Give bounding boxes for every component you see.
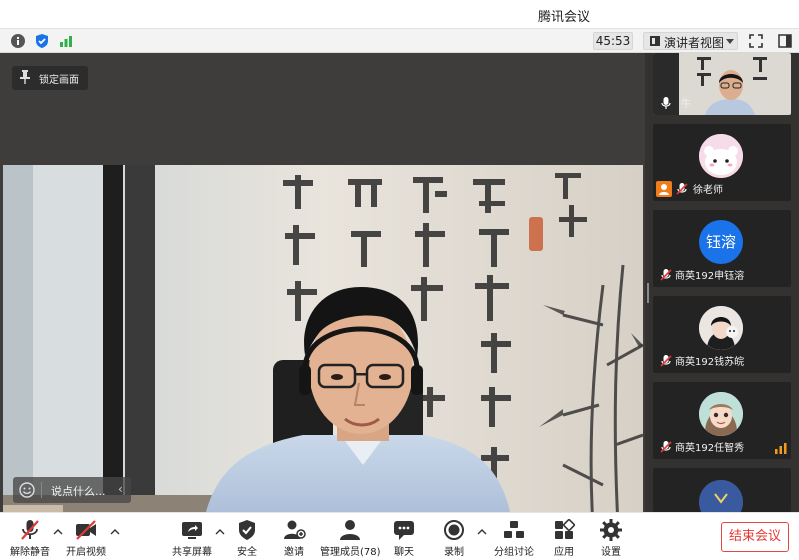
network-signal-icon[interactable] — [58, 33, 74, 49]
avatar: 钰溶 — [699, 220, 743, 264]
record-button[interactable]: 录制 — [436, 517, 472, 559]
breakout-rooms-label: 分组讨论 — [494, 547, 534, 558]
cartoon-avatar-icon — [699, 134, 743, 178]
info-icon[interactable] — [10, 33, 26, 49]
muted-microphone-icon — [660, 441, 672, 453]
sidebar-resize-handle[interactable] — [646, 283, 650, 303]
main-speaker-area: 锁定画面 说点什么... ‹ › — [0, 53, 645, 526]
participant-tile[interactable]: 商英192任智秀 — [653, 382, 791, 459]
invite-button[interactable]: 邀请 — [276, 517, 312, 559]
start-video-label: 开启视频 — [66, 547, 106, 558]
members-icon — [340, 520, 360, 540]
lock-view-button[interactable]: 锁定画面 — [12, 66, 88, 90]
title-bar: 腾讯会议 — [0, 0, 799, 28]
chat-label: 聊天 — [394, 547, 414, 558]
avatar — [699, 134, 743, 178]
network-signal-icon — [775, 443, 787, 454]
video-off-icon — [76, 520, 96, 540]
participant-name: 徐老师 — [693, 185, 723, 196]
meeting-timer: 45:53 — [593, 32, 633, 50]
tencent-meeting-window: 腾讯会议 45:53 演讲者视图 锁定画面 说点什么... ‹ › 牛 徐老师 … — [0, 0, 799, 560]
participant-name: 商英192申钰溶 — [675, 271, 745, 282]
shield-icon — [239, 520, 255, 540]
manage-members-label: 管理成员(78) — [320, 547, 381, 558]
unmute-button[interactable]: 解除静音 — [8, 517, 52, 559]
muted-microphone-icon — [660, 355, 672, 367]
avatar — [699, 480, 743, 512]
participant-name: 商英192钱苏皖 — [675, 357, 745, 368]
share-screen-icon — [182, 522, 202, 539]
breakout-icon — [504, 521, 524, 538]
share-screen-button[interactable]: 共享屏幕 — [170, 517, 214, 559]
settings-button[interactable]: 设置 — [593, 517, 629, 559]
chevron-up-icon[interactable] — [477, 528, 487, 536]
status-bar: 45:53 演讲者视图 — [0, 28, 799, 53]
participant-tile[interactable] — [653, 468, 791, 512]
record-icon — [444, 520, 464, 540]
avatar — [699, 306, 743, 350]
avatar — [699, 392, 743, 436]
chat-placeholder: 说点什么... — [51, 485, 106, 498]
participant-tile[interactable]: 牛 — [653, 53, 791, 115]
breakout-rooms-button[interactable]: 分组讨论 — [491, 517, 537, 559]
muted-microphone-icon — [21, 520, 39, 540]
lock-view-label: 锁定画面 — [39, 75, 79, 86]
unmute-label: 解除静音 — [10, 547, 50, 558]
participant-video — [653, 53, 791, 115]
chevron-up-icon[interactable] — [53, 528, 63, 536]
chevron-up-icon[interactable] — [215, 528, 225, 536]
cartoon-avatar-icon — [699, 392, 743, 436]
apps-label: 应用 — [554, 547, 574, 558]
participant-sidebar[interactable]: 牛 徐老师 钰溶 商英192申钰溶 商英192钱苏皖 商英192任智秀 — [645, 53, 799, 512]
chat-icon — [394, 521, 414, 540]
apps-button[interactable]: 应用 — [546, 517, 582, 559]
speaker-view-icon — [650, 36, 660, 46]
window-title: 腾讯会议 — [538, 10, 591, 25]
manage-members-button[interactable]: 管理成员(78) — [320, 517, 381, 559]
speaker-video — [3, 165, 643, 526]
muted-microphone-icon — [676, 183, 688, 195]
shield-icon[interactable] — [34, 33, 50, 49]
chat-divider — [41, 482, 42, 498]
muted-microphone-icon — [660, 269, 672, 281]
end-meeting-button[interactable]: 结束会议 — [721, 522, 789, 552]
record-label: 录制 — [444, 547, 464, 558]
fullscreen-icon[interactable] — [748, 33, 764, 49]
chevron-left-icon[interactable]: ‹ — [118, 482, 123, 496]
sidebar-toggle-icon[interactable] — [777, 33, 793, 49]
invite-label: 邀请 — [284, 547, 304, 558]
add-user-icon — [284, 520, 306, 539]
apps-icon — [555, 519, 576, 539]
settings-label: 设置 — [601, 547, 621, 558]
chat-input-box[interactable]: 说点什么... ‹ — [13, 477, 131, 503]
pin-icon — [20, 70, 30, 84]
gear-icon — [600, 519, 622, 541]
view-mode-dropdown[interactable]: 演讲者视图 — [643, 32, 738, 50]
view-mode-label: 演讲者视图 — [664, 36, 725, 50]
host-badge-icon — [656, 181, 672, 197]
chevron-down-icon — [726, 39, 734, 44]
participant-name: 商英192任智秀 — [675, 443, 745, 454]
security-label: 安全 — [237, 547, 257, 558]
chevron-up-icon[interactable] — [110, 528, 120, 536]
meeting-toolbar: 解除静音 开启视频 共享屏幕 安全 邀请 管理成员(78) 聊天 录制 分组讨论… — [0, 512, 799, 560]
chat-button[interactable]: 聊天 — [386, 517, 422, 559]
emoji-icon[interactable] — [19, 482, 35, 498]
photo-avatar-icon — [699, 306, 743, 350]
security-button[interactable]: 安全 — [229, 517, 265, 559]
participant-tile[interactable]: 徐老师 — [653, 124, 791, 201]
start-video-button[interactable]: 开启视频 — [64, 517, 108, 559]
participant-tile[interactable]: 钰溶 商英192申钰溶 — [653, 210, 791, 287]
participant-name: 牛 — [681, 99, 691, 110]
microphone-icon — [661, 97, 671, 109]
participant-tile[interactable]: 商英192钱苏皖 — [653, 296, 791, 373]
collapse-sidebar-icon[interactable]: › — [632, 335, 642, 355]
photo-avatar-icon — [699, 480, 743, 512]
share-screen-label: 共享屏幕 — [172, 547, 212, 558]
